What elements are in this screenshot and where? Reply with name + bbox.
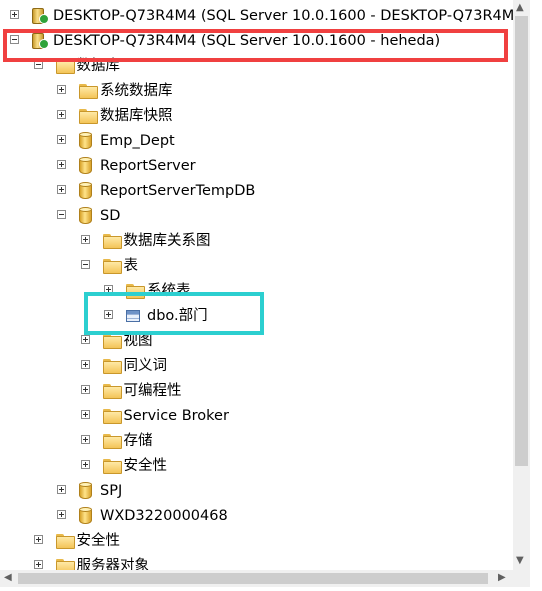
- server-node-1[interactable]: DESKTOP-Q73R4M4 (SQL Server 10.0.1600 - …: [0, 4, 513, 28]
- highlight-box-red: [3, 29, 508, 62]
- scroll-left-icon[interactable]: ◀: [4, 573, 12, 583]
- expand-plus-icon[interactable]: [80, 360, 90, 369]
- tree-node-label: 服务器对象: [76, 558, 150, 570]
- expand-plus-icon[interactable]: [57, 510, 66, 519]
- tree-node-label: DESKTOP-Q73R4M4 (SQL Server 10.0.1600 - …: [53, 8, 513, 24]
- tree-node-label: SD: [100, 208, 121, 224]
- security-folder[interactable]: 安全性: [0, 529, 513, 553]
- database-icon: [79, 482, 92, 500]
- database-icon: [79, 132, 92, 150]
- folder-icon: [102, 384, 122, 399]
- folder-icon: [79, 109, 98, 124]
- folder-icon: [102, 359, 122, 374]
- tree-node-label: 数据库快照: [100, 108, 173, 124]
- database-icon: [79, 157, 92, 175]
- vertical-scroll-thumb[interactable]: [515, 16, 528, 466]
- tree-node-label: Service Broker: [123, 408, 229, 424]
- expand-plus-icon[interactable]: [80, 385, 90, 394]
- expand-plus-icon[interactable]: [57, 85, 66, 94]
- expand-plus-icon[interactable]: [80, 435, 90, 444]
- db-reportserver[interactable]: ReportServer: [0, 154, 513, 178]
- sd-synonyms-folder[interactable]: 同义词: [0, 354, 513, 378]
- sd-tables-folder[interactable]: 表: [0, 254, 513, 278]
- database-icon: [79, 207, 92, 225]
- server-icon: [32, 7, 50, 25]
- expand-plus-icon[interactable]: [10, 10, 19, 19]
- tree-node-label: ReportServerTempDB: [100, 183, 256, 199]
- expand-plus-icon[interactable]: [80, 460, 90, 469]
- tree-node-label: Emp_Dept: [100, 133, 175, 149]
- scroll-down-icon[interactable]: ▼: [516, 556, 524, 566]
- expand-plus-icon[interactable]: [80, 410, 90, 419]
- vertical-scrollbar[interactable]: ▲ ▼: [513, 0, 530, 570]
- tree-node-label: 安全性: [76, 533, 121, 549]
- sd-programmability-folder[interactable]: 可编程性: [0, 379, 513, 403]
- collapse-minus-icon[interactable]: [80, 260, 90, 269]
- db-reportservertempdb[interactable]: ReportServerTempDB: [0, 179, 513, 203]
- db-sd[interactable]: SD: [0, 204, 513, 228]
- db-wxd3220000468[interactable]: WXD3220000468: [0, 504, 513, 528]
- window-edge: [530, 0, 542, 591]
- expand-plus-icon[interactable]: [80, 335, 90, 344]
- folder-icon: [102, 234, 122, 249]
- folder-icon: [55, 559, 75, 570]
- tree-node-label: 数据库关系图: [123, 233, 211, 249]
- database-icon: [79, 507, 92, 525]
- sd-security-folder[interactable]: 安全性: [0, 454, 513, 478]
- database-icon: [79, 182, 92, 200]
- folder-icon: [102, 434, 122, 449]
- expand-plus-icon[interactable]: [57, 485, 66, 494]
- expand-plus-icon[interactable]: [57, 185, 66, 194]
- tree-node-label: 同义词: [123, 358, 168, 374]
- expand-plus-icon[interactable]: [80, 235, 90, 244]
- sd-diagrams-folder[interactable]: 数据库关系图: [0, 229, 513, 253]
- sd-storage-folder[interactable]: 存储: [0, 429, 513, 453]
- tree-node-label: 表: [123, 258, 139, 274]
- folder-icon: [102, 334, 122, 349]
- db-emp-dept[interactable]: Emp_Dept: [0, 129, 513, 153]
- tree-node-label: 系统数据库: [100, 83, 173, 99]
- object-explorer-tree: DESKTOP-Q73R4M4 (SQL Server 10.0.1600 - …: [0, 0, 513, 570]
- folder-icon: [79, 84, 98, 99]
- tree-node-label: 可编程性: [123, 383, 182, 399]
- highlight-box-cyan: [84, 292, 264, 335]
- folder-icon: [102, 409, 122, 424]
- folder-icon: [55, 534, 75, 549]
- horizontal-scroll-thumb[interactable]: [18, 573, 488, 584]
- db-spj[interactable]: SPJ: [0, 479, 513, 503]
- folder-icon: [102, 259, 122, 274]
- folder-icon: [102, 459, 122, 474]
- tree-node-label: 安全性: [123, 458, 168, 474]
- system-databases-folder[interactable]: 系统数据库: [0, 79, 513, 103]
- expand-plus-icon[interactable]: [33, 535, 43, 544]
- tree-node-label: ReportServer: [100, 158, 196, 174]
- expand-plus-icon[interactable]: [57, 160, 66, 169]
- expand-plus-icon[interactable]: [57, 135, 66, 144]
- expand-plus-icon[interactable]: [33, 560, 43, 569]
- horizontal-scrollbar[interactable]: ◀ ▶: [0, 570, 513, 587]
- scroll-right-icon[interactable]: ▶: [498, 573, 506, 583]
- tree-node-label: 存储: [123, 433, 153, 449]
- expand-plus-icon[interactable]: [57, 110, 66, 119]
- server-objects-folder[interactable]: 服务器对象: [0, 554, 513, 570]
- sd-service-broker-folder[interactable]: Service Broker: [0, 404, 513, 428]
- tree-node-label: SPJ: [100, 483, 123, 499]
- scrollbar-corner: [513, 570, 530, 587]
- tree-node-label: WXD3220000468: [100, 508, 228, 524]
- database-snapshots-folder[interactable]: 数据库快照: [0, 104, 513, 128]
- collapse-minus-icon[interactable]: [57, 210, 66, 219]
- scroll-up-icon[interactable]: ▲: [516, 3, 524, 13]
